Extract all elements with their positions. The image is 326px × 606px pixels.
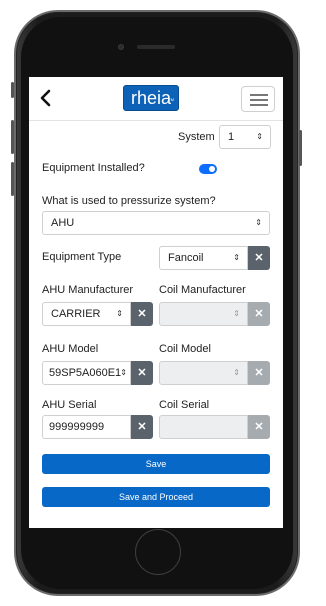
equipment-type-value: Fancoil (168, 252, 204, 264)
ahu-serial-label: AHU Serial (42, 399, 97, 411)
select-caret-icon: ⇕ (116, 309, 123, 318)
equipment-type-label: Equipment Type (42, 251, 122, 263)
clear-ahu-serial-button[interactable]: ✕ (131, 415, 153, 439)
navbar: rheia TM (29, 77, 283, 121)
clear-equipment-type-button[interactable]: ✕ (248, 246, 270, 270)
volume-up-button (11, 120, 14, 154)
select-caret-icon: ⇕ (120, 368, 127, 377)
equipment-form: System 1 ⇕ Equipment Installed? What is … (29, 121, 283, 528)
clear-coil-model-button: ✕ (248, 361, 270, 385)
ahu-manufacturer-label: AHU Manufacturer (42, 284, 134, 296)
coil-manufacturer-label: Coil Manufacturer (159, 284, 246, 296)
system-value: 1 (228, 131, 235, 143)
logo-trademark: TM (168, 97, 174, 102)
select-caret-icon: ⇕ (233, 253, 240, 262)
front-camera (118, 44, 124, 50)
coil-manufacturer-select: ⇕ (159, 302, 248, 326)
clear-ahu-manufacturer-button[interactable]: ✕ (131, 302, 153, 326)
clear-ahu-model-button[interactable]: ✕ (131, 361, 153, 385)
coil-serial-input (159, 415, 248, 439)
ahu-manufacturer-value: CARRIER (51, 308, 101, 320)
coil-model-label: Coil Model (159, 343, 211, 355)
pressurize-select[interactable]: AHU ⇕ (42, 211, 270, 235)
select-caret-icon: ⇕ (255, 218, 262, 227)
logo-text: rheia (130, 88, 172, 108)
ahu-serial-input[interactable]: 999999999 (42, 415, 131, 439)
hamburger-menu-icon[interactable] (241, 86, 275, 112)
volume-down-button (11, 162, 14, 196)
ahu-manufacturer-select[interactable]: CARRIER ⇕ (42, 302, 131, 326)
select-caret-icon: ⇕ (233, 309, 240, 318)
clear-coil-serial-button: ✕ (248, 415, 270, 439)
system-label: System (178, 131, 215, 143)
clear-coil-manufacturer-button: ✕ (248, 302, 270, 326)
chevron-left-icon[interactable] (38, 86, 54, 110)
earpiece-speaker (137, 45, 175, 49)
equipment-type-select[interactable]: Fancoil ⇕ (159, 246, 248, 270)
app-screen: rheia TM System 1 ⇕ Equipment Installed?… (29, 77, 283, 528)
select-caret-icon: ⇕ (256, 132, 263, 141)
pressurize-label: What is used to pressurize system? (42, 195, 216, 207)
equipment-installed-label: Equipment Installed? (42, 162, 145, 174)
home-button[interactable] (135, 529, 181, 575)
system-select[interactable]: 1 ⇕ (219, 125, 271, 149)
ahu-model-value: 59SP5A060E1 (49, 367, 122, 379)
power-button (299, 130, 302, 166)
equipment-installed-toggle[interactable] (199, 164, 217, 174)
save-and-proceed-button[interactable]: Save and Proceed (42, 487, 270, 507)
toggle-knob (209, 166, 215, 172)
select-caret-icon: ⇕ (233, 368, 240, 377)
ahu-serial-value: 999999999 (49, 421, 105, 433)
pressurize-value: AHU (51, 217, 75, 229)
save-button[interactable]: Save (42, 454, 270, 474)
coil-serial-label: Coil Serial (159, 399, 210, 411)
coil-model-select: ⇕ (159, 361, 248, 385)
ahu-model-label: AHU Model (42, 343, 99, 355)
mute-switch (11, 82, 14, 98)
ahu-model-select[interactable]: 59SP5A060E1 ⇕ (42, 361, 131, 385)
rheia-logo: rheia TM (123, 85, 179, 111)
